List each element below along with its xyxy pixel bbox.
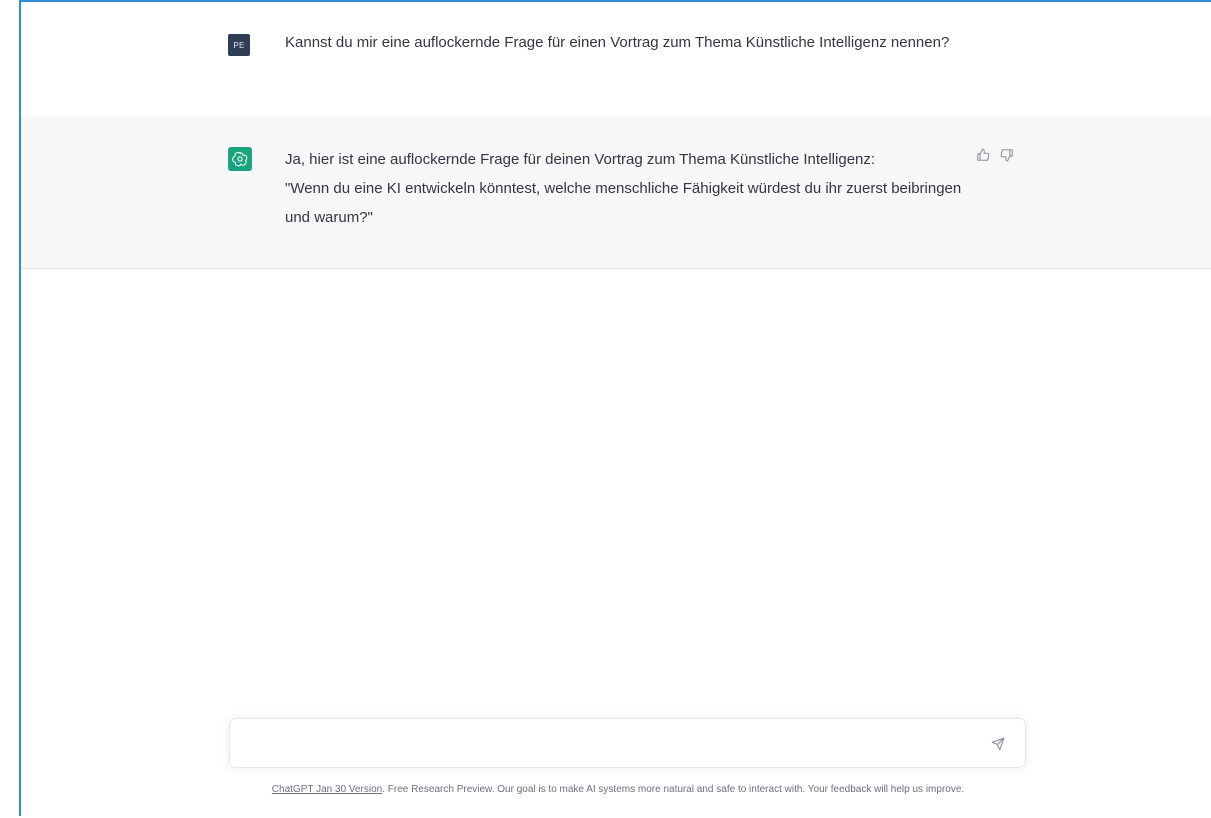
feedback-buttons xyxy=(975,147,1015,163)
user-avatar-initials: PE xyxy=(233,40,245,50)
message-input[interactable] xyxy=(244,731,978,761)
chat-window: PE Kannst du mir eine auflockernde Frage… xyxy=(19,0,1211,816)
user-avatar: PE xyxy=(228,34,250,56)
user-message-text: Kannst du mir eine auflockernde Frage fü… xyxy=(285,34,950,51)
assistant-message-line-2: "Wenn du eine KI entwickeln könntest, we… xyxy=(285,180,962,226)
message-composer xyxy=(229,718,1026,768)
footer-text: . Free Research Preview. Our goal is to … xyxy=(382,784,965,795)
version-link[interactable]: ChatGPT Jan 30 Version xyxy=(272,784,382,795)
assistant-message-text: Ja, hier ist eine auflockernde Frage für… xyxy=(285,145,975,232)
openai-logo-icon xyxy=(228,147,252,171)
footer-disclaimer: ChatGPT Jan 30 Version. Free Research Pr… xyxy=(21,784,1211,795)
send-icon[interactable] xyxy=(989,735,1007,753)
thumbs-up-icon[interactable] xyxy=(975,147,991,163)
thumbs-down-icon[interactable] xyxy=(999,147,1015,163)
assistant-message: Ja, hier ist eine auflockernde Frage für… xyxy=(21,117,1211,269)
user-message: PE Kannst du mir eine auflockernde Frage… xyxy=(21,2,1211,118)
assistant-message-line-1: Ja, hier ist eine auflockernde Frage für… xyxy=(285,151,876,168)
